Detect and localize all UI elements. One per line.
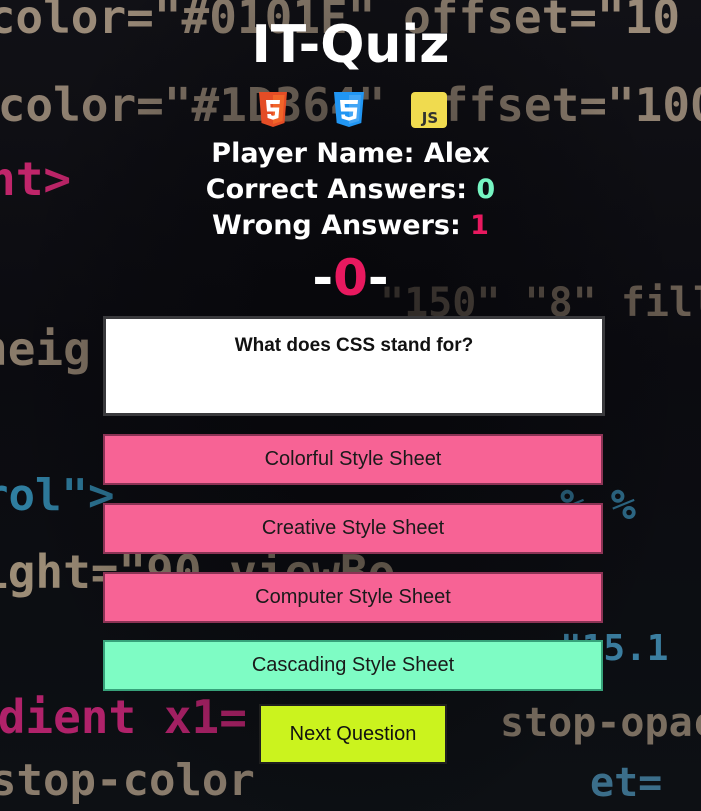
correct-answers-row: Correct Answers: 0 [0,172,701,208]
html5-icon [259,92,287,127]
player-name-row: Player Name: Alex [0,136,701,172]
wrong-answers-row: Wrong Answers: 1 [0,208,701,244]
score-prefix: - [312,249,334,307]
player-name-label: Player Name: [211,138,424,169]
score-display: -0- [0,246,701,310]
css3-icon [334,92,364,127]
score-suffix: - [367,249,389,307]
score-value: 0 [333,249,368,307]
question-text: What does CSS stand for? [234,335,474,356]
wrong-answers-count: 1 [470,210,489,241]
answer-option-2[interactable]: Creative Style Sheet [103,503,603,554]
question-box: What does CSS stand for? [103,316,605,416]
svg-text:JS: JS [421,109,438,127]
correct-answers-count: 0 [476,174,496,205]
wrong-answers-label: Wrong Answers: [212,210,471,241]
app-title: IT-Quiz [251,15,450,75]
player-name-value: Alex [423,138,490,169]
javascript-icon: JS [411,92,447,128]
correct-answers-label: Correct Answers: [205,174,477,205]
quiz-app: IT-Quiz JS Player Name: Alex Correct Ans… [0,0,701,811]
answer-option-4[interactable]: Cascading Style Sheet [103,640,603,691]
answer-option-1[interactable]: Colorful Style Sheet [103,434,603,485]
tech-icons: JS [257,92,451,130]
answer-option-3[interactable]: Computer Style Sheet [103,572,603,623]
next-question-button[interactable]: Next Question [259,704,447,764]
